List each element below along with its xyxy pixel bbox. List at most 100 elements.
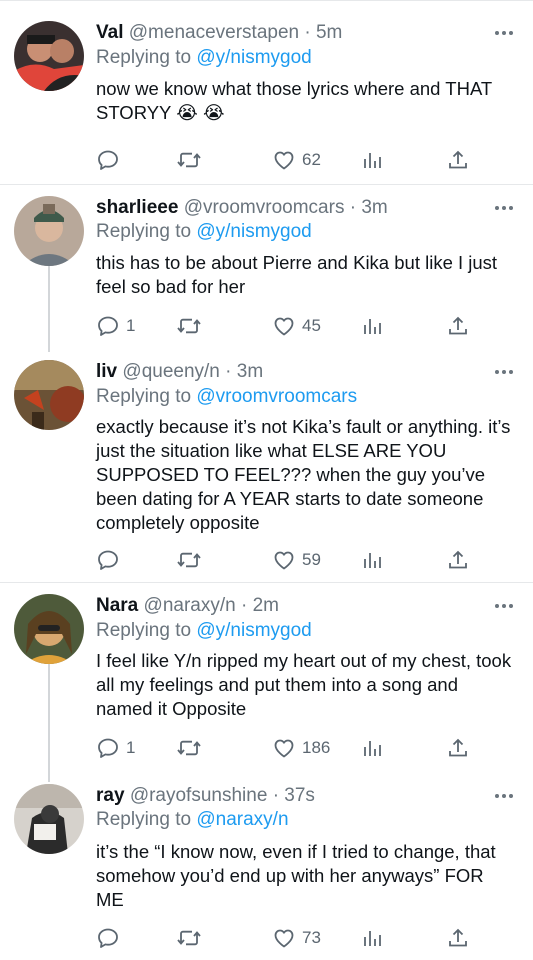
- tweet-actions: 1 45: [96, 313, 516, 339]
- avatar[interactable]: [14, 21, 84, 91]
- tweet-text: this has to be about Pierre and Kika but…: [96, 252, 498, 297]
- timestamp[interactable]: · 37s: [273, 785, 315, 806]
- share-button[interactable]: [446, 925, 470, 951]
- like-icon: [274, 151, 294, 170]
- reply-button[interactable]: 1: [96, 735, 135, 761]
- like-count: 62: [302, 150, 321, 169]
- replying-to-label: Replying to: [96, 386, 192, 407]
- like-icon: [274, 551, 294, 570]
- reply-icon: [98, 550, 118, 570]
- replying-to-link[interactable]: @y/nismygod: [196, 47, 311, 68]
- reply-button[interactable]: [96, 147, 126, 173]
- share-button[interactable]: [446, 313, 470, 339]
- like-button[interactable]: 186: [272, 735, 330, 761]
- like-count: 186: [302, 738, 331, 757]
- like-button[interactable]: 62: [272, 147, 321, 173]
- tweet-actions: 59: [96, 547, 516, 573]
- tweet-text: exactly because it’s not Kika’s fault or…: [96, 416, 511, 533]
- reply-icon: [98, 928, 118, 948]
- reply-button[interactable]: [96, 925, 126, 951]
- analytics-button[interactable]: [360, 547, 384, 573]
- display-name[interactable]: Val: [96, 22, 123, 43]
- retweet-icon: [177, 552, 201, 568]
- more-icon[interactable]: [495, 31, 515, 37]
- analytics-button[interactable]: [360, 147, 384, 173]
- display-name[interactable]: ray: [96, 785, 125, 806]
- more-icon[interactable]: [495, 794, 515, 800]
- replying-to: Replying to @y/nismygod: [96, 619, 312, 643]
- retweet-button[interactable]: [176, 547, 208, 573]
- tweet-actions: 73: [96, 925, 516, 951]
- display-name[interactable]: sharlieee: [96, 197, 178, 218]
- replying-to: Replying to @y/nismygod: [96, 46, 312, 70]
- retweet-button[interactable]: [176, 313, 208, 339]
- more-icon[interactable]: [495, 206, 515, 212]
- analytics-button[interactable]: [360, 313, 384, 339]
- analytics-icon: [364, 553, 381, 568]
- user-handle[interactable]: @queeny/n: [122, 361, 219, 382]
- replying-to-link[interactable]: @y/nismygod: [196, 620, 311, 641]
- reply-icon: [98, 150, 118, 170]
- timestamp[interactable]: · 2m: [241, 595, 279, 616]
- replying-to-label: Replying to: [96, 47, 192, 68]
- share-icon: [449, 316, 467, 335]
- reply-count: 1: [126, 738, 136, 757]
- user-handle[interactable]: @naraxy/n: [144, 595, 236, 616]
- user-handle[interactable]: @menaceverstapen: [129, 22, 299, 43]
- replying-to-label: Replying to: [96, 221, 192, 242]
- retweet-button[interactable]: [176, 925, 208, 951]
- avatar[interactable]: [14, 196, 84, 266]
- reply-icon: [98, 316, 118, 336]
- avatar[interactable]: [14, 594, 84, 664]
- analytics-icon: [364, 931, 381, 946]
- like-count: 45: [302, 316, 321, 335]
- display-name[interactable]: liv: [96, 361, 117, 382]
- retweet-button[interactable]: [176, 735, 208, 761]
- thread-line: [48, 262, 50, 352]
- user-handle[interactable]: @vroomvroomcars: [184, 197, 345, 218]
- timestamp[interactable]: · 3m: [350, 197, 388, 218]
- share-icon: [449, 550, 467, 569]
- avatar[interactable]: [14, 784, 84, 854]
- retweet-icon: [177, 152, 201, 168]
- share-button[interactable]: [446, 735, 470, 761]
- like-count: 59: [302, 550, 321, 569]
- like-button[interactable]: 45: [272, 313, 321, 339]
- replying-to: Replying to @vroomvroomcars: [96, 385, 357, 409]
- more-icon[interactable]: [495, 370, 515, 376]
- share-button[interactable]: [446, 547, 470, 573]
- more-icon[interactable]: [495, 604, 515, 610]
- replying-to-label: Replying to: [96, 809, 192, 830]
- thread-line: [48, 662, 50, 782]
- display-name[interactable]: Nara: [96, 595, 138, 616]
- avatar[interactable]: [14, 360, 84, 430]
- tweet-text: now we know what those lyrics where and …: [96, 78, 492, 123]
- tweet-header: liv @queeny/n · 3m: [96, 360, 493, 384]
- retweet-icon: [177, 740, 201, 756]
- analytics-button[interactable]: [360, 925, 384, 951]
- user-handle[interactable]: @rayofsunshine: [130, 785, 268, 806]
- like-button[interactable]: 59: [272, 547, 321, 573]
- replying-to-label: Replying to: [96, 620, 192, 641]
- tweet-divider: [0, 582, 533, 583]
- like-icon: [274, 739, 294, 758]
- analytics-icon: [364, 741, 381, 756]
- share-icon: [449, 928, 467, 947]
- replying-to-link[interactable]: @vroomvroomcars: [196, 386, 357, 407]
- tweet-actions: 1 186: [96, 735, 516, 761]
- reply-button[interactable]: 1: [96, 313, 135, 339]
- analytics-button[interactable]: [360, 735, 384, 761]
- share-icon: [449, 150, 467, 169]
- tweet-text: I feel like Y/n ripped my heart out of m…: [96, 650, 512, 719]
- replying-to: Replying to @naraxy/n: [96, 808, 289, 832]
- share-button[interactable]: [446, 147, 470, 173]
- like-button[interactable]: 73: [272, 925, 321, 951]
- tweet-header: ray @rayofsunshine · 37s: [96, 784, 493, 808]
- like-count: 73: [302, 928, 321, 947]
- retweet-button[interactable]: [176, 147, 208, 173]
- timestamp[interactable]: · 3m: [225, 361, 263, 382]
- replying-to-link[interactable]: @y/nismygod: [196, 221, 311, 242]
- reply-button[interactable]: [96, 547, 126, 573]
- timestamp[interactable]: · 5m: [304, 22, 342, 43]
- replying-to-link[interactable]: @naraxy/n: [196, 809, 288, 830]
